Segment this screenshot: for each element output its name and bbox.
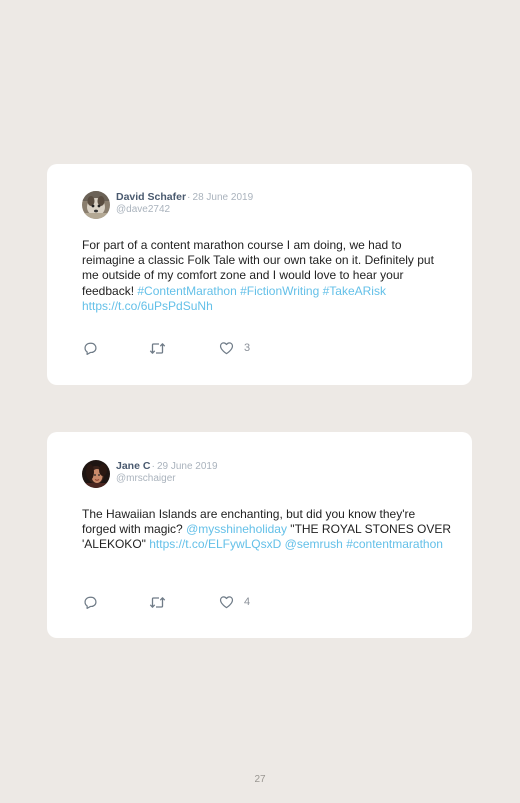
retweet-button[interactable] xyxy=(149,340,166,356)
heart-icon xyxy=(219,342,234,355)
tweet-date[interactable]: 29 June 2019 xyxy=(157,461,218,472)
like-count: 4 xyxy=(244,596,251,608)
tweet-meta: Jane C· 29 June 2019 @mrschaiger xyxy=(116,460,218,485)
author-name[interactable]: David Schafer xyxy=(116,191,186,203)
like-button[interactable]: 3 xyxy=(219,340,250,356)
tweet-actions: 3 xyxy=(82,340,282,356)
tweet-actions: 4 xyxy=(82,594,282,610)
tweet-meta: David Schafer· 28 June 2019 @dave2742 xyxy=(116,191,253,216)
retweet-button[interactable] xyxy=(149,594,166,610)
hashtag-link[interactable]: #ContentMarathon xyxy=(137,284,236,298)
hashtag-link[interactable]: #TakeARisk xyxy=(323,284,386,298)
tweet-header: Jane C· 29 June 2019 @mrschaiger xyxy=(82,460,218,490)
reply-button[interactable] xyxy=(83,340,98,356)
tweet-card: Jane C· 29 June 2019 @mrschaiger The Hawa… xyxy=(47,432,472,638)
heart-icon xyxy=(219,596,234,609)
retweet-icon xyxy=(149,342,166,354)
tweet-text: The Hawaiian Islands are enchanting, but… xyxy=(82,507,452,553)
reply-icon xyxy=(84,596,97,609)
tweet-date[interactable]: 28 June 2019 xyxy=(193,192,254,203)
author-handle[interactable]: @dave2742 xyxy=(116,204,253,216)
avatar[interactable] xyxy=(82,191,110,219)
url-link[interactable]: https://t.co/6uPsPdSuNh xyxy=(82,299,213,313)
like-button[interactable]: 4 xyxy=(219,594,250,610)
url-link[interactable]: https://t.co/ELFywLQsxD xyxy=(149,537,281,551)
meta-separator: · xyxy=(151,460,155,472)
mention-link[interactable]: @semrush xyxy=(285,537,343,551)
hashtag-link[interactable]: #contentmarathon xyxy=(346,537,443,551)
tweet-header: David Schafer· 28 June 2019 @dave2742 xyxy=(82,191,253,221)
tweet-text: For part of a content marathon course I … xyxy=(82,238,452,314)
avatar[interactable] xyxy=(82,460,110,488)
author-name[interactable]: Jane C xyxy=(116,460,150,472)
like-count: 3 xyxy=(244,342,251,354)
author-handle[interactable]: @mrschaiger xyxy=(116,473,218,485)
mention-link[interactable]: @mysshineholiday xyxy=(186,522,287,536)
reply-button[interactable] xyxy=(83,594,98,610)
hashtag-link[interactable]: #FictionWriting xyxy=(240,284,319,298)
meta-separator: · xyxy=(187,191,191,203)
retweet-icon xyxy=(149,596,166,608)
reply-icon xyxy=(84,342,97,355)
tweet-card: David Schafer· 28 June 2019 @dave2742 For… xyxy=(47,164,472,385)
page-number: 27 xyxy=(254,774,266,785)
